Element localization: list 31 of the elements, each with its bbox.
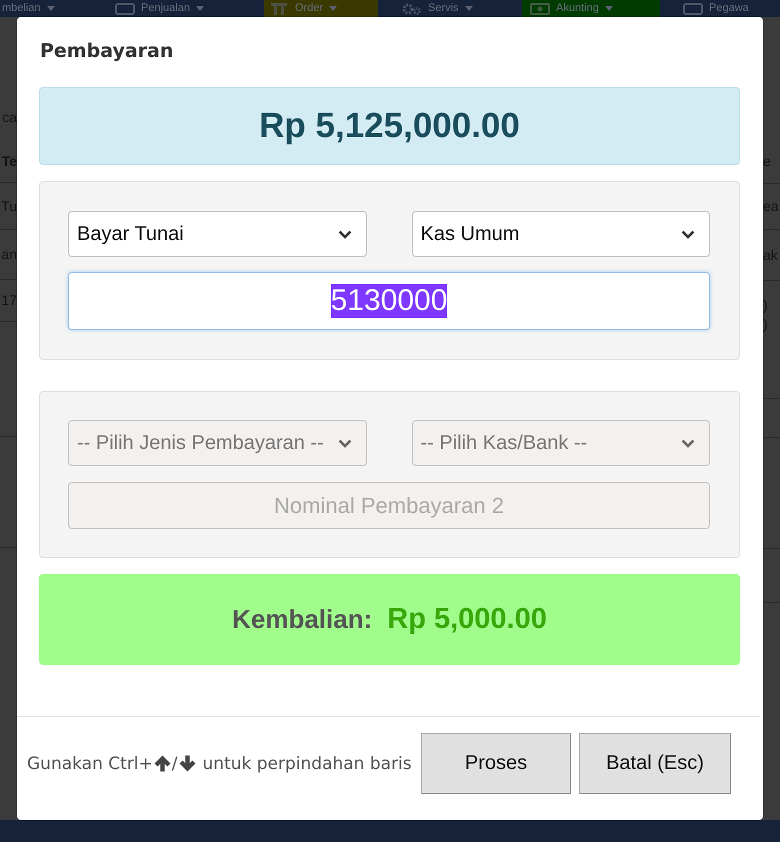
dialog-title: Pembayaran bbox=[40, 40, 174, 62]
cut-off-text: ) bbox=[763, 316, 768, 333]
cancel-button[interactable]: Batal (Esc) bbox=[579, 733, 731, 794]
up-arrow-icon bbox=[154, 755, 171, 772]
nav-menu-item[interactable]: Order bbox=[264, 0, 378, 17]
box-icon bbox=[115, 2, 135, 14]
cash-account-select[interactable]: Kas Umum bbox=[412, 211, 710, 257]
chevron-down-icon bbox=[338, 230, 352, 238]
nav-menu-item[interactable]: mbelian bbox=[0, 0, 105, 17]
box-icon bbox=[683, 2, 703, 14]
gears-icon bbox=[402, 2, 422, 14]
payment-type-select[interactable]: Bayar Tunai bbox=[68, 211, 366, 257]
nav-menu-item[interactable]: Akunting bbox=[522, 0, 660, 17]
hint-text: Gunakan Ctrl+ bbox=[27, 754, 153, 774]
process-button[interactable]: Proses bbox=[421, 733, 571, 794]
nav-menu-item[interactable]: Penjualan bbox=[105, 0, 264, 17]
bars-icon bbox=[269, 2, 289, 14]
chevron-down-icon bbox=[681, 230, 695, 238]
change-label: Kembalian: bbox=[232, 604, 372, 635]
chevron-down-icon bbox=[681, 438, 695, 448]
amount-input[interactable]: 5130000 bbox=[68, 272, 710, 330]
nav-menu-item[interactable]: Pegawa bbox=[660, 0, 780, 17]
down-arrow-icon bbox=[178, 755, 196, 772]
total-amount: Rp 5,125,000.00 bbox=[39, 87, 740, 165]
cut-off-text: ) bbox=[763, 297, 768, 314]
change-amount: Rp 5,000.00 bbox=[387, 603, 547, 636]
nav-menu-item[interactable]: Servis bbox=[378, 0, 522, 17]
banknote-icon bbox=[530, 2, 550, 14]
hint-text: untuk perpindahan baris bbox=[202, 754, 412, 774]
hint-text: / bbox=[172, 754, 178, 774]
chevron-down-icon bbox=[338, 438, 352, 448]
